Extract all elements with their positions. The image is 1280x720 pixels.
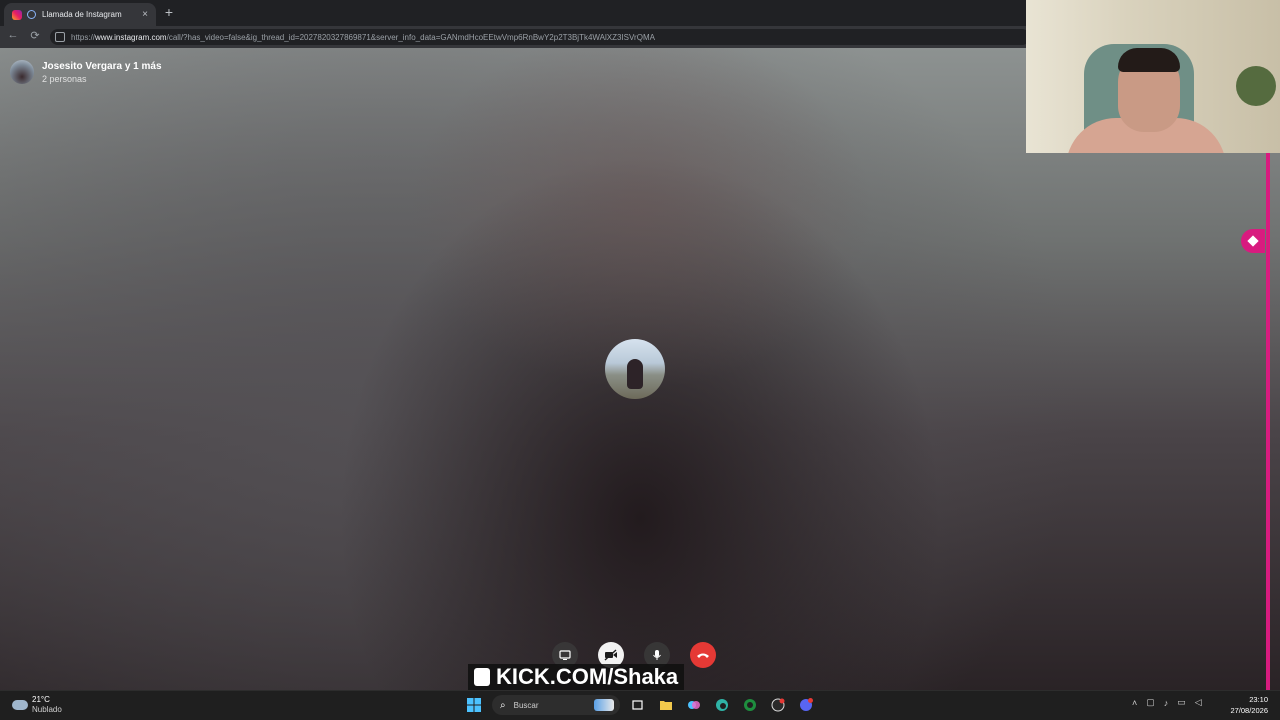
end-call-button[interactable] — [690, 642, 716, 668]
screen: Llamada de Instagram × + ← ⟳ https://www… — [0, 0, 1280, 720]
weather-condition: Nublado — [32, 705, 62, 714]
video-off-icon — [604, 649, 617, 661]
participant-count: 2 personas — [42, 73, 87, 84]
app-green-icon — [744, 699, 756, 711]
clock-time: 23:10 — [1249, 695, 1268, 704]
taskbar-search[interactable]: ⌕ Buscar — [492, 695, 620, 715]
reload-button[interactable]: ⟳ — [27, 29, 43, 42]
copilot-icon — [688, 701, 700, 709]
network-icon[interactable]: ▭ — [1177, 697, 1186, 708]
search-highlight-icon — [594, 699, 614, 711]
microphone-tray-icon[interactable]: ♪ — [1164, 698, 1169, 708]
webcam-hair — [1118, 48, 1180, 72]
watermark-text: KICK.COM/Shaka — [496, 664, 679, 689]
cloud-icon — [12, 699, 28, 710]
start-button[interactable] — [464, 695, 484, 715]
weather-temperature: 21°C — [32, 695, 50, 704]
weather-widget[interactable]: 21°C Nublado — [12, 695, 62, 714]
edge-button[interactable] — [712, 695, 732, 715]
discord-icon — [800, 698, 813, 711]
browser-tab[interactable]: Llamada de Instagram × — [4, 3, 156, 26]
taskbar-clock[interactable]: 23:10 27/08/2026 — [1224, 695, 1268, 715]
group-avatar[interactable] — [10, 60, 34, 84]
search-placeholder: Buscar — [513, 700, 539, 710]
kick-logo-icon — [474, 668, 490, 686]
side-panel-strip — [1266, 153, 1270, 690]
app-green-button[interactable] — [740, 695, 760, 715]
end-call-icon — [697, 653, 709, 658]
copilot-button[interactable] — [684, 695, 704, 715]
tab-close-button[interactable]: × — [138, 9, 152, 20]
participant-avatar — [605, 339, 665, 399]
call-header: Josesito Vergara y 1 más 2 personas — [10, 60, 162, 84]
extension-icon — [1247, 235, 1259, 247]
system-tray: ˄ ▢ ♪ ▭ ◁ — [1132, 697, 1202, 708]
microphone-icon — [653, 650, 661, 660]
call-title: Josesito Vergara y 1 más — [42, 60, 162, 72]
security-icon[interactable]: ▢ — [1146, 697, 1155, 708]
site-info-icon[interactable] — [55, 32, 65, 42]
url-text: https://www.instagram.com/call/?has_vide… — [71, 32, 655, 42]
task-view-button[interactable] — [628, 695, 648, 715]
address-bar[interactable]: https://www.instagram.com/call/?has_vide… — [50, 29, 1030, 45]
instagram-icon — [12, 9, 22, 20]
side-panel-button[interactable] — [1241, 229, 1265, 253]
new-tab-button[interactable]: + — [162, 4, 176, 20]
screen-share-icon — [559, 650, 571, 660]
volume-icon[interactable]: ◁ — [1195, 697, 1202, 708]
file-explorer-button[interactable] — [656, 695, 676, 715]
audio-indicator-icon — [27, 10, 36, 19]
stream-watermark: KICK.COM/Shaka — [468, 664, 685, 690]
search-icon: ⌕ — [500, 699, 506, 711]
app-red-icon — [771, 698, 785, 712]
windows-taskbar: 21°C Nublado ⌕ Buscar ˄ ▢ ♪ ▭ ◁ 23:10 27… — [0, 690, 1280, 720]
task-view-icon — [632, 700, 643, 710]
tab-title: Llamada de Instagram — [42, 10, 122, 19]
chevron-up-icon[interactable]: ˄ — [1132, 698, 1137, 708]
discord-button[interactable] — [796, 695, 816, 715]
windows-start-icon — [467, 698, 481, 712]
app-red-button[interactable] — [768, 695, 788, 715]
edge-icon — [716, 699, 728, 711]
clock-date: 27/08/2026 — [1230, 706, 1268, 715]
webcam-plant — [1236, 66, 1276, 106]
webcam-overlay — [1026, 0, 1280, 153]
participant-photo — [627, 359, 643, 389]
folder-icon — [660, 701, 672, 710]
taskbar-apps: ⌕ Buscar — [464, 695, 816, 715]
back-button[interactable]: ← — [5, 29, 21, 41]
